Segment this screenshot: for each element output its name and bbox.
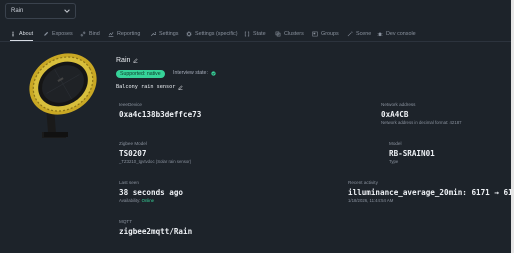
interview-state: Interview state: xyxy=(173,70,216,76)
device-description: Balcony rain sensor xyxy=(116,84,183,90)
tab-clusters[interactable]: Clusters xyxy=(275,28,304,40)
tab-label: Settings xyxy=(159,31,179,37)
pencil-icon xyxy=(44,31,49,36)
device-select-value: Rain xyxy=(11,8,24,14)
mqtt-topic: zigbee2mqtt/Rain xyxy=(119,227,193,236)
edit-icon[interactable] xyxy=(133,58,138,63)
info-icon xyxy=(12,31,14,37)
model-type: Type xyxy=(389,159,399,164)
last-seen-label: Last seen xyxy=(119,180,139,185)
brackets-icon xyxy=(244,31,250,37)
interview-label: Interview state: xyxy=(173,70,208,76)
ieee-label: IeeeDevice xyxy=(119,102,142,107)
tab-settings-specific[interactable]: Settings (specific) xyxy=(186,28,238,40)
zigbee-model-label: Zigbee Model xyxy=(119,141,147,146)
tab-label: Settings (specific) xyxy=(195,31,238,37)
tab-label: Bind xyxy=(89,31,100,37)
wrench-icon xyxy=(150,31,156,37)
tab-state[interactable]: State xyxy=(244,28,266,40)
tab-reporting[interactable]: Reporting xyxy=(108,28,140,40)
link-icon xyxy=(80,31,86,37)
network-address-decimal: Network address in decimal format: 42187 xyxy=(381,120,462,125)
tab-label: About xyxy=(19,31,34,37)
tab-label: Groups xyxy=(321,31,339,37)
recent-activity-time: 1/18/2026, 11:44:54 AM xyxy=(348,198,394,203)
app-window: Rain About Exposes Bind Reporting Settin… xyxy=(0,0,514,253)
tab-exposes[interactable]: Exposes xyxy=(43,28,73,40)
last-seen-value: 38 seconds ago xyxy=(119,188,184,197)
tab-settings[interactable]: Settings xyxy=(150,28,178,40)
mqtt-label: MQTT xyxy=(119,219,133,224)
recent-activity-label: Recent activity xyxy=(348,180,378,185)
bug-icon xyxy=(377,32,383,37)
tab-label: Reporting xyxy=(117,31,141,37)
object-group-icon xyxy=(312,31,318,37)
tab-groups[interactable]: Groups xyxy=(312,28,339,40)
about-card: Rain Supported: native Interview state: … xyxy=(10,44,514,249)
model-label: Model xyxy=(389,141,402,146)
tab-about[interactable]: About xyxy=(10,28,34,41)
device-select[interactable]: Rain xyxy=(5,3,76,19)
network-address-label: Network address xyxy=(381,102,416,107)
tab-dev-console[interactable]: Dev console xyxy=(377,28,416,40)
tab-label: Exposes xyxy=(52,31,73,37)
recent-activity-value: illuminance_average_20min: 6171 → 6170, … xyxy=(348,188,514,197)
zigbee-model-detail: _TZ3210_tgvtvdoc (Solar rain sensor) xyxy=(119,159,192,164)
availability-label: Availability: xyxy=(119,198,141,203)
availability-value: Online xyxy=(141,198,155,203)
tab-label: Clusters xyxy=(284,31,304,37)
edit-icon[interactable] xyxy=(178,84,183,90)
friendly-name: Rain xyxy=(116,57,131,64)
device-image xyxy=(29,53,97,138)
availability: Availability: Online xyxy=(119,198,154,203)
chart-icon xyxy=(108,32,114,37)
check-circle-icon xyxy=(211,70,216,76)
tab-label: Scene xyxy=(356,31,372,37)
ieee-value: 0xa4c138b3deffce73 xyxy=(119,110,202,119)
zigbee-model-value: TS0207 xyxy=(119,149,147,158)
tab-bind[interactable]: Bind xyxy=(80,28,100,40)
tab-label: State xyxy=(253,31,266,37)
tab-scene[interactable]: Scene xyxy=(347,28,371,40)
tab-bar: About Exposes Bind Reporting Settings Se… xyxy=(0,23,514,42)
supported-badge: Supported: native xyxy=(116,70,165,78)
wand-icon xyxy=(347,31,353,37)
description-text: Balcony rain sensor xyxy=(116,84,176,90)
device-title: Rain xyxy=(116,57,138,64)
gear-icon xyxy=(186,31,192,37)
network-address-value: 0xA4CB xyxy=(381,110,409,119)
tab-label: Dev console xyxy=(386,31,416,37)
chevron-down-icon xyxy=(64,9,70,13)
model-value[interactable]: RB-SRAIN01 xyxy=(389,149,435,158)
layers-icon xyxy=(275,31,281,37)
